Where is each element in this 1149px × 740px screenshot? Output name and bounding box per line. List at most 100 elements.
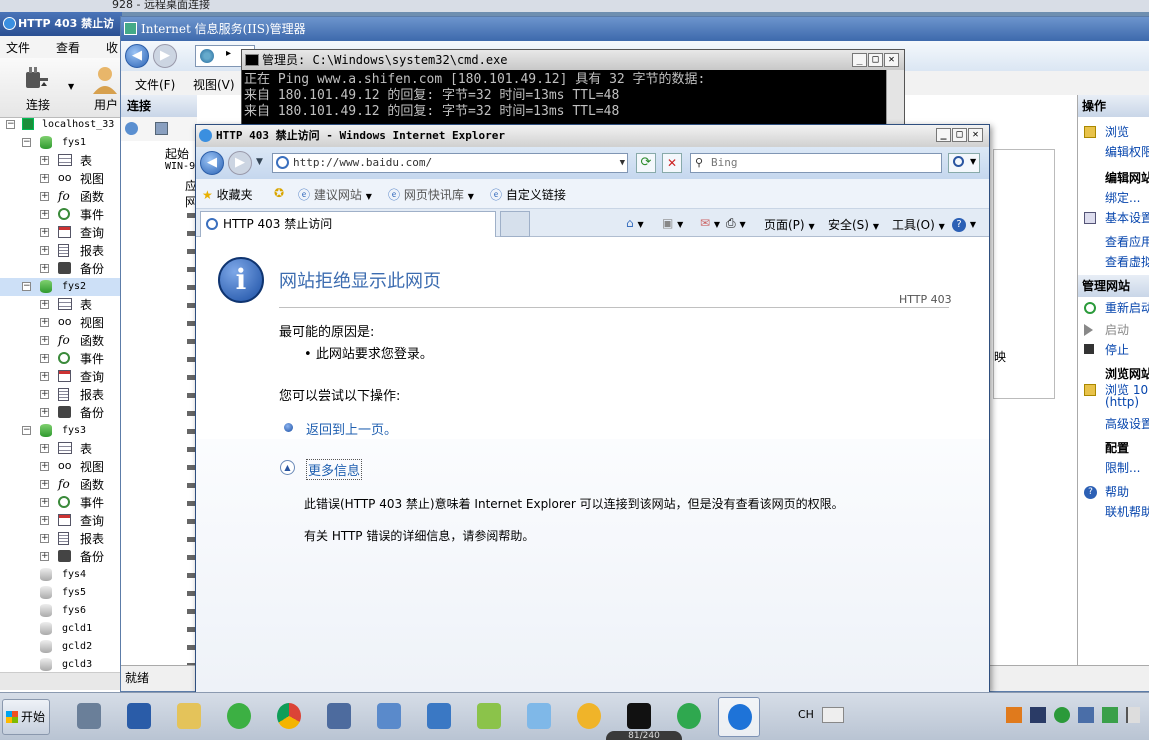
- tree-database[interactable]: fys4: [0, 566, 122, 584]
- tools-menu[interactable]: 工具(O) ▼: [892, 216, 945, 233]
- taskbar-app-powershell[interactable]: [118, 697, 160, 737]
- iis-menu-view[interactable]: 视图(V): [193, 76, 235, 93]
- action-4[interactable]: 基本设置: [1105, 209, 1149, 226]
- expand-icon[interactable]: +: [40, 516, 49, 525]
- tree-object[interactable]: + 报表: [0, 530, 122, 548]
- action-5[interactable]: (http): [1105, 395, 1139, 409]
- tree-database[interactable]: gcld2: [0, 638, 122, 656]
- expand-icon[interactable]: +: [40, 264, 49, 273]
- taskbar-app-tools[interactable]: [368, 697, 410, 737]
- iis-tree-server[interactable]: WIN-9: [129, 161, 197, 177]
- tree-object[interactable]: + oo 视图: [0, 458, 122, 476]
- tree-object[interactable]: + 事件: [0, 350, 122, 368]
- expand-icon[interactable]: +: [40, 462, 49, 471]
- tree-object[interactable]: + 报表: [0, 242, 122, 260]
- expand-icon[interactable]: +: [40, 318, 49, 327]
- chevron-right-icon[interactable]: ▸: [226, 48, 231, 59]
- tree-object[interactable]: + 查询: [0, 368, 122, 386]
- keyboard-icon[interactable]: [822, 707, 844, 723]
- collapse-icon[interactable]: −: [22, 138, 31, 147]
- ie-forward-button[interactable]: ▶: [228, 151, 252, 175]
- cmd-minimize-button[interactable]: _: [852, 53, 867, 67]
- history-dropdown-icon[interactable]: ▼: [256, 157, 263, 167]
- tree-database[interactable]: − fys1: [0, 134, 122, 152]
- expand-icon[interactable]: +: [40, 372, 49, 381]
- expand-icon[interactable]: +: [40, 228, 49, 237]
- refresh-button[interactable]: ⟳: [636, 153, 656, 173]
- tree-object[interactable]: + fo 函数: [0, 188, 122, 206]
- iis-menu-file[interactable]: 文件(F): [135, 76, 175, 93]
- expand-icon[interactable]: +: [40, 552, 49, 561]
- tray-network-icon[interactable]: [1078, 707, 1094, 723]
- tree-database[interactable]: − fys3: [0, 422, 122, 440]
- help-button[interactable]: ? ▼: [952, 216, 976, 232]
- favorites-button[interactable]: ★ 收藏夹: [202, 186, 253, 203]
- expand-icon[interactable]: +: [40, 354, 49, 363]
- action-8[interactable]: 限制...: [1105, 459, 1140, 476]
- taskbar-app-ie[interactable]: [718, 697, 760, 737]
- tree-object[interactable]: + 备份: [0, 404, 122, 422]
- tree-object[interactable]: + 表: [0, 152, 122, 170]
- expand-icon[interactable]: +: [40, 534, 49, 543]
- taskbar-app-network[interactable]: [318, 697, 360, 737]
- tree-object[interactable]: + 事件: [0, 494, 122, 512]
- iis-tree-app-pools[interactable]: 应: [129, 177, 197, 193]
- webslice-gallery-link[interactable]: ⓔ 网页快讯库 ▼: [388, 186, 474, 203]
- collapse-icon[interactable]: −: [22, 282, 31, 291]
- connect-button[interactable]: 连接 ▼: [14, 62, 74, 114]
- tree-database[interactable]: gcld1: [0, 620, 122, 638]
- menu-view[interactable]: 查看: [56, 39, 80, 56]
- expand-icon[interactable]: +: [40, 300, 49, 309]
- safety-menu[interactable]: 安全(S) ▼: [828, 216, 879, 233]
- tree-object[interactable]: + 表: [0, 440, 122, 458]
- suggested-sites-link[interactable]: ⓔ 建议网站 ▼: [298, 186, 372, 203]
- user-button[interactable]: 用户: [88, 62, 122, 114]
- ie-close-button[interactable]: ✕: [968, 128, 983, 142]
- action-0[interactable]: 浏览: [1105, 123, 1129, 140]
- action-5[interactable]: 查看应用: [1105, 233, 1149, 250]
- save-icon[interactable]: [155, 122, 168, 135]
- more-info-link[interactable]: 更多信息: [306, 459, 363, 480]
- taskbar-app-server-manager[interactable]: [68, 697, 110, 737]
- action-6[interactable]: 查看虚拟: [1105, 253, 1149, 270]
- forward-button[interactable]: ▶: [153, 44, 177, 68]
- expand-icon[interactable]: +: [40, 444, 49, 453]
- tree-object[interactable]: + 备份: [0, 260, 122, 278]
- collapse-icon[interactable]: −: [6, 120, 15, 129]
- taskbar-app-explorer[interactable]: [168, 697, 210, 737]
- taskbar-app-chrome[interactable]: [268, 697, 310, 737]
- tree-object[interactable]: + fo 函数: [0, 476, 122, 494]
- tree-database[interactable]: − fys2: [0, 278, 122, 296]
- action-0[interactable]: 重新启动: [1105, 299, 1149, 316]
- tree-scrollbar[interactable]: [0, 672, 122, 690]
- tree-object[interactable]: + oo 视图: [0, 170, 122, 188]
- custom-links-link[interactable]: ⓔ 自定义链接: [490, 186, 566, 203]
- feeds-button[interactable]: ▣ ▼: [662, 216, 683, 230]
- cmd-close-button[interactable]: ✕: [884, 53, 899, 67]
- tree-database[interactable]: fys6: [0, 602, 122, 620]
- taskbar-app-notepad[interactable]: [518, 697, 560, 737]
- action-2[interactable]: 停止: [1105, 341, 1129, 358]
- stop-button[interactable]: ✕: [662, 153, 682, 173]
- chevron-down-icon[interactable]: ▼: [68, 82, 74, 91]
- ie-address-input[interactable]: http://www.baidu.com/ ▼: [272, 153, 628, 173]
- page-menu[interactable]: 页面(P) ▼: [764, 216, 815, 233]
- tree-object[interactable]: + fo 函数: [0, 332, 122, 350]
- back-link[interactable]: 返回到上一页。: [306, 419, 397, 438]
- new-tab-button[interactable]: [500, 211, 530, 237]
- tray-flag-icon[interactable]: [1126, 707, 1140, 723]
- tree-object[interactable]: + 查询: [0, 512, 122, 530]
- menu-file[interactable]: 文件: [6, 39, 30, 56]
- tray-green-icon[interactable]: [1054, 707, 1070, 723]
- tree-server[interactable]: − localhost_33: [0, 116, 122, 134]
- expand-icon[interactable]: +: [40, 210, 49, 219]
- expand-icon[interactable]: +: [40, 480, 49, 489]
- cmd-maximize-button[interactable]: □: [868, 53, 883, 67]
- menu-favorites[interactable]: 收: [106, 39, 118, 56]
- taskbar-app-notepad-plus[interactable]: [468, 697, 510, 737]
- ie-minimize-button[interactable]: _: [936, 128, 951, 142]
- action-9[interactable]: 帮助: [1105, 483, 1129, 500]
- action-6[interactable]: 高级设置: [1105, 415, 1149, 432]
- address-dropdown-icon[interactable]: ▼: [620, 154, 625, 172]
- expand-icon[interactable]: +: [40, 246, 49, 255]
